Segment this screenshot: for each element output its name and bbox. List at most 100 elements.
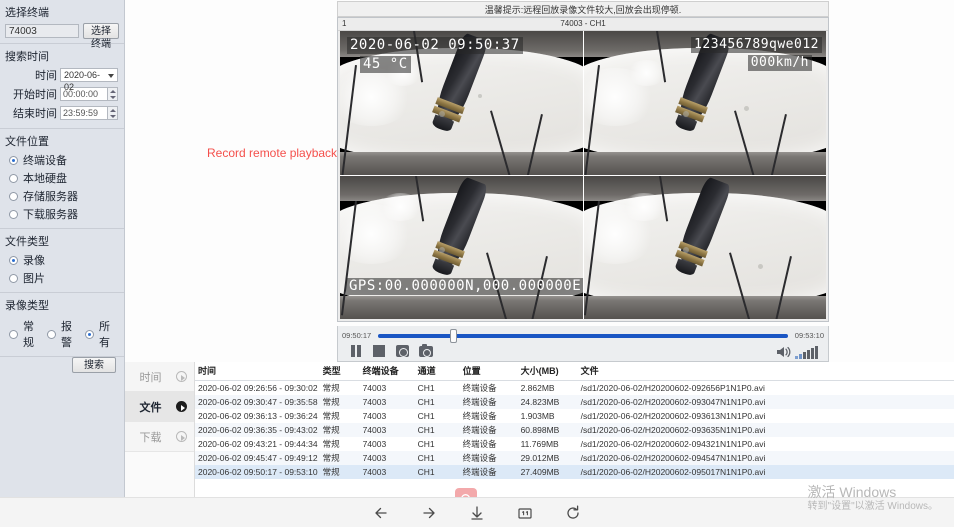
file-location-section: 文件位置 终端设备 本地硬盘 存储服务器 下载服务器 xyxy=(0,129,124,229)
radio-icon[interactable] xyxy=(9,209,18,219)
seek-thumb[interactable] xyxy=(449,328,457,343)
table-cell: 常规 xyxy=(319,465,360,479)
playback-start-time: 09:50:17 xyxy=(342,331,372,340)
radio-icon[interactable] xyxy=(9,173,18,183)
snapshot-button[interactable] xyxy=(419,343,436,359)
option-label: 存储服务器 xyxy=(23,191,78,203)
video-cell-bottom-left[interactable]: GPS:00.000000N,000.000000E xyxy=(340,175,583,319)
table-header-cell[interactable]: 位置 xyxy=(459,362,518,381)
video-cell-top-left[interactable]: 2020-06-02 09:50:37 45 °C xyxy=(340,31,583,175)
pause-icon xyxy=(350,344,363,357)
table-header-cell[interactable]: 终端设备 xyxy=(359,362,415,381)
table-cell: CH1 xyxy=(414,465,460,479)
table-cell: 2020-06-02 09:36:35 - 09:43:02 xyxy=(195,423,320,437)
table-cell: CH1 xyxy=(417,439,435,449)
chevron-right-icon xyxy=(176,431,187,442)
search-sidebar: 选择终端 选择终端 搜索时间 时间 2020-06-02 开始时间 00:00:… xyxy=(0,0,125,497)
speaker-icon[interactable] xyxy=(776,345,791,359)
volume-slider[interactable] xyxy=(795,345,818,359)
end-time-arrows[interactable] xyxy=(107,106,118,120)
file-location-title: 文件位置 xyxy=(5,136,49,148)
stop-button[interactable] xyxy=(373,344,390,359)
table-row[interactable]: 2020-06-02 09:36:35 - 09:43:02 常规 74003 CH1… xyxy=(195,423,954,437)
spin-down-icon[interactable] xyxy=(109,114,116,118)
spin-down-icon[interactable] xyxy=(109,95,116,99)
file-type-option-image[interactable]: 图片 xyxy=(5,270,119,286)
terminal-section: 选择终端 选择终端 xyxy=(0,0,124,50)
date-label: 时间 xyxy=(35,70,57,82)
notice-text: 温馨提示:远程回放录像文件较大,回放会出现停顿. xyxy=(484,4,682,15)
tab-file[interactable]: 文件 xyxy=(125,392,194,422)
table-cell: 终端设备 xyxy=(459,465,518,479)
seek-track[interactable] xyxy=(378,328,788,343)
back-arrow-icon[interactable] xyxy=(371,503,391,523)
file-location-option-download-server[interactable]: 下载服务器 xyxy=(5,206,119,222)
tab-time[interactable]: 时间 xyxy=(125,362,194,392)
annotation-label: Record remote playback xyxy=(207,146,338,160)
table-header-cell[interactable]: 大小(MB) xyxy=(517,362,578,381)
select-terminal-button[interactable]: 选择终端 xyxy=(83,23,119,50)
video-cell-top-right[interactable]: 123456789qwe012 000km/h xyxy=(583,31,826,175)
table-row[interactable]: 2020-06-02 09:26:56 - 09:30:02 常规 74003 CH1… xyxy=(195,381,954,396)
table-cell: 2020-06-02 09:45:47 - 09:49:12 xyxy=(195,451,320,465)
file-type-option-video[interactable]: 录像 xyxy=(5,252,119,268)
table-row[interactable]: 2020-06-02 09:43:21 - 09:44:34 常规 74003 CH1… xyxy=(195,437,954,451)
table-row[interactable]: 2020-06-02 09:30:47 - 09:35:58 常规 74003 CH1… xyxy=(195,395,954,409)
refresh-icon[interactable] xyxy=(563,503,583,523)
video-title-bar: 1 74003 - CH1 xyxy=(338,18,828,31)
spin-up-icon[interactable] xyxy=(109,108,116,112)
table-header-cell[interactable]: 类型 xyxy=(319,362,360,381)
table-row[interactable]: 2020-06-02 09:50:17 - 09:53:10 常规 74003 CH1… xyxy=(195,465,954,479)
table-cell: 常规 xyxy=(319,451,360,465)
table-row[interactable]: 2020-06-02 09:45:47 - 09:49:12 常规 74003 CH1… xyxy=(195,451,954,465)
file-type-section: 文件类型 录像 图片 xyxy=(0,229,124,293)
start-time-arrows[interactable] xyxy=(107,87,118,101)
download-arrow-icon[interactable] xyxy=(467,503,487,523)
terminal-input[interactable] xyxy=(5,24,79,38)
date-dropdown[interactable]: 2020-06-02 xyxy=(60,68,118,92)
forward-arrow-icon[interactable] xyxy=(419,503,439,523)
radio-icon[interactable] xyxy=(9,191,18,201)
record-icon xyxy=(396,345,409,357)
radio-icon[interactable] xyxy=(9,273,18,283)
tab-label: 文件 xyxy=(139,401,162,414)
tab-label: 下载 xyxy=(139,431,162,444)
chevron-right-icon xyxy=(176,371,187,382)
table-cell: 74003 xyxy=(359,451,415,465)
file-location-option-local-disk[interactable]: 本地硬盘 xyxy=(5,170,119,186)
search-button[interactable]: 搜索 xyxy=(72,357,116,373)
table-cell: 常规 xyxy=(322,411,340,421)
table-header-cell[interactable]: 文件 xyxy=(577,362,954,381)
table-header-cell[interactable]: 通道 xyxy=(414,362,460,381)
stop-icon xyxy=(373,345,385,357)
table-cell: /sd1/2020-06-02/H20200602-093047N1N1P0.a… xyxy=(577,395,954,409)
overlay-gps: GPS:00.000000N,000.000000E xyxy=(346,278,583,295)
tab-download[interactable]: 下载 xyxy=(125,422,194,452)
volume-group[interactable] xyxy=(776,345,822,359)
video-panel: 1 74003 - CH1 2020-06-02 09:50:37 45 °C … xyxy=(337,17,829,322)
spin-up-icon[interactable] xyxy=(109,89,116,93)
table-cell: 常规 xyxy=(322,439,340,449)
one-to-one-icon[interactable] xyxy=(515,503,535,523)
file-location-option-terminal[interactable]: 终端设备 xyxy=(5,152,119,168)
results-table-container[interactable]: 时间 类型 终端设备 通道 位置 大小(MB) 文件 2020-06-02 09:26:56… xyxy=(195,362,954,497)
radio-icon[interactable] xyxy=(9,155,18,165)
notice-banner: 温馨提示:远程回放录像文件较大,回放会出现停顿. xyxy=(337,1,829,17)
table-cell: 终端设备 xyxy=(462,411,497,421)
video-cell-bottom-right[interactable] xyxy=(583,175,826,319)
table-cell: 11.769MB xyxy=(520,439,559,449)
overlay-plate: 123456789qwe012 xyxy=(691,37,822,53)
playback-controls: 09:50:17 09:53:10 xyxy=(337,326,829,362)
record-button[interactable] xyxy=(396,344,413,359)
table-header-cell[interactable]: 时间 xyxy=(195,362,320,381)
radio-icon[interactable] xyxy=(9,255,18,265)
option-label: 下载服务器 xyxy=(23,209,78,221)
table-row[interactable]: 2020-06-02 09:36:13 - 09:36:24 常规 74003 CH1… xyxy=(195,409,954,423)
end-time-value[interactable]: 23:59:59 xyxy=(60,106,107,120)
pause-button[interactable] xyxy=(350,344,367,359)
file-location-option-storage-server[interactable]: 存储服务器 xyxy=(5,188,119,204)
table-cell: 74003 xyxy=(359,465,415,479)
end-time-stepper[interactable]: 23:59:59 xyxy=(60,106,118,120)
table-cell: /sd1/2020-06-02/H20200602-093635N1N1P0.a… xyxy=(577,423,954,437)
table-cell: 2020-06-02 09:50:17 - 09:53:10 xyxy=(195,465,320,479)
